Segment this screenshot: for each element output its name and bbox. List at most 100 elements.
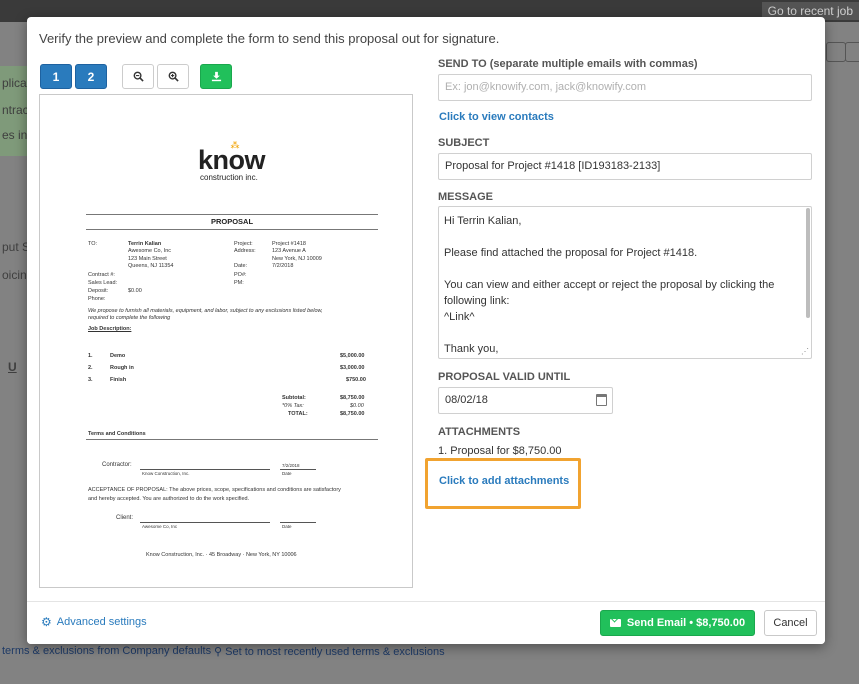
resize-handle-icon[interactable]: ⋰ [801,348,809,356]
proposal-document: ⁂ know construction inc. PROPOSAL TO: Te… [50,101,404,589]
client-signature-label: Client: [116,515,134,521]
message-line: Hi Terrin Kalian, [444,215,522,227]
client-street: 123 Main Street [128,256,167,262]
date-caption: Date [282,471,292,476]
message-line: Thank you, [444,343,499,355]
acceptance-text: ACCEPTANCE OF PROPOSAL: The above prices… [88,487,341,493]
deposit-value: $0.00 [128,288,142,294]
message-line [444,325,806,341]
job-description-heading: Job Description: [88,326,132,332]
message-scrollbar[interactable] [806,208,810,318]
view-contacts-link[interactable]: Click to view contacts [439,111,554,123]
proposal-title: PROPOSAL [210,217,254,226]
underline-icon: U [8,360,17,374]
tax-value: $0.00 [350,403,364,409]
date-value: 7/2/2018 [272,263,294,269]
line-item-number: 1. [88,353,93,359]
client-signature-name: Awesome Co, Inc [142,524,178,529]
line-item-amount: $5,000.00 [340,353,365,359]
total-value: $8,750.00 [340,411,365,417]
attachment-item: 1. Proposal for $8,750.00 [438,445,562,457]
calendar-icon[interactable] [596,394,607,406]
valid-until-label: PROPOSAL VALID UNTIL [438,371,571,383]
pm-label: PM: [234,280,244,286]
message-line: ^Link^ [444,311,475,323]
sales-lead-label: Sales Lead: [88,280,118,286]
document-footer: Know Construction, Inc. · 45 Broadway · … [146,552,297,558]
project-value: Project #1418 [272,241,306,247]
client-city: Queens, NJ 11354 [128,263,174,269]
subtotal-label: Subtotal: [282,395,306,401]
page-2-button[interactable]: 2 [75,64,107,89]
phone-label: Phone: [88,296,106,302]
divider [86,229,378,230]
add-attachments-link[interactable]: Click to add attachments [439,475,569,487]
line-item-name: Finish [110,377,127,383]
address-label: Address: [234,248,256,254]
intro-text: We propose to furnish all materials, equ… [88,308,323,314]
client-name: Terrin Kalian [128,241,162,247]
download-button[interactable] [200,64,232,89]
background-icon-box [845,42,859,62]
download-icon [211,71,221,82]
attachments-label: ATTACHMENTS [438,426,521,438]
message-label: MESSAGE [438,191,494,203]
modal-header: Verify the preview and complete the form… [39,31,500,46]
deposit-label: Deposit: [88,288,109,294]
contractor-name: Know Construction, Inc. [142,471,190,476]
zoom-out-button[interactable] [122,64,154,89]
terms-heading: Terms and Conditions [88,431,146,437]
send-proposal-modal: Verify the preview and complete the form… [27,17,825,644]
divider [86,439,378,440]
address-city: New York, NJ 10009 [272,256,322,262]
date-label: Date: [234,263,248,269]
valid-until-input[interactable]: 08/02/18 [438,387,613,414]
send-to-label: SEND TO (separate multiple emails with c… [438,58,698,70]
cancel-button[interactable]: Cancel [764,610,817,636]
subtotal-value: $8,750.00 [340,395,365,401]
message-line [444,229,806,245]
send-email-label: Send Email • $8,750.00 [626,617,746,629]
contractor-date: 7/2/2018 [282,463,300,468]
send-to-input[interactable]: Ex: jon@knowify.com, jack@knowify.com [438,74,812,101]
zoom-in-button[interactable] [157,64,189,89]
subject-input[interactable]: Proposal for Project #1418 [ID193183-213… [438,153,812,180]
date-caption: Date [282,524,292,529]
address-street: 123 Avenue A [272,248,306,254]
total-label: TOTAL: [288,411,308,417]
subject-label: SUBJECT [438,137,490,149]
gears-icon: ⚙ [41,615,52,629]
advanced-settings-label: Advanced settings [56,616,147,628]
background-icon-box [826,42,846,62]
message-line: following link: [444,295,510,307]
envelope-icon [609,619,621,627]
message-line [444,261,806,277]
advanced-settings-link[interactable]: ⚙ Advanced settings [41,615,147,629]
line-item-amount: $3,000.00 [340,365,365,371]
recent-terms-link[interactable]: ⚲ Set to most recently used terms & excl… [214,645,445,658]
send-email-button[interactable]: Send Email • $8,750.00 [600,610,755,636]
po-label: PO#: [234,272,247,278]
recent-terms-label: Set to most recently used terms & exclus… [225,646,445,658]
tax-label: *0% Tax: [282,403,304,409]
company-logo: know [198,145,266,175]
client-company: Awesome Co, Inc [128,248,172,254]
background-text: put S [2,240,31,254]
page-1-button[interactable]: 1 [40,64,72,89]
to-label: TO: [88,241,98,247]
company-logo-subtitle: construction inc. [200,173,258,182]
modal-footer: ⚙ Advanced settings Send Email • $8,750.… [27,601,825,644]
project-label: Project: [234,241,253,247]
intro-text: required to complete the following [88,315,171,321]
divider [86,214,378,215]
zoom-out-icon [133,71,144,82]
message-line: You can view and either accept or reject… [444,279,775,291]
message-textarea[interactable]: Hi Terrin Kalian, Please find attached t… [438,206,812,359]
acceptance-text: and hereby accepted. You are authorized … [88,496,250,502]
contract-label: Contract #: [88,272,115,278]
message-line: Please find attached the proposal for Pr… [444,247,698,259]
zoom-in-icon [168,71,179,82]
proposal-preview[interactable]: ⁂ know construction inc. PROPOSAL TO: Te… [39,94,413,588]
company-defaults-link[interactable]: terms & exclusions from Company defaults [2,645,211,657]
valid-until-value: 08/02/18 [445,394,488,406]
